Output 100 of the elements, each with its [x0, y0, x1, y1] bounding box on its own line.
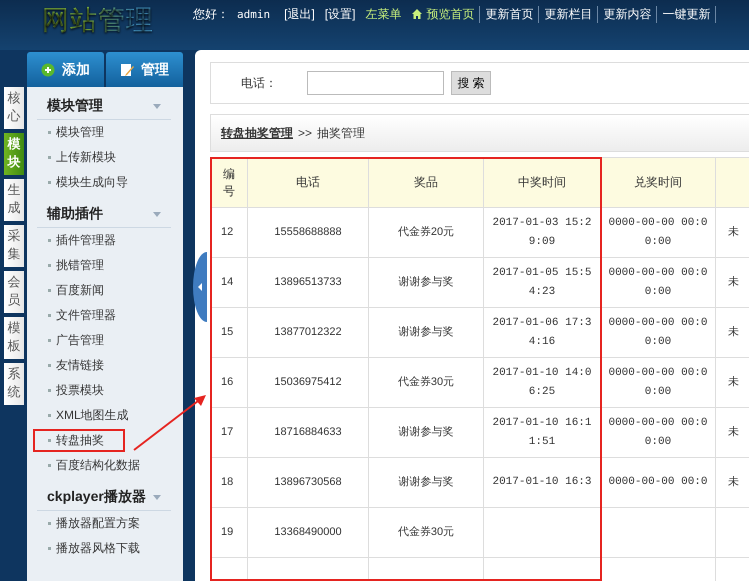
- user-name: admin: [237, 8, 270, 20]
- table-cell: 谢谢参与奖: [398, 326, 454, 338]
- home-icon: [411, 8, 424, 20]
- bullet-icon: [48, 522, 51, 525]
- bullet-icon: [48, 239, 51, 242]
- bullet-icon: [48, 289, 51, 292]
- sidebar-item[interactable]: 播放器配置方案: [37, 511, 140, 536]
- bullet-icon: [48, 131, 51, 134]
- table-cell: 12: [221, 226, 234, 238]
- add-button[interactable]: 添加: [27, 52, 104, 87]
- nav-link[interactable]: 更新栏目: [544, 6, 598, 22]
- table-cell: 未: [728, 376, 739, 388]
- sidebar-item[interactable]: 上传新模块: [37, 145, 116, 170]
- table-cell: 代金券20元: [398, 226, 454, 238]
- sidebar-item[interactable]: 百度新闻: [37, 278, 104, 303]
- sidebar-item[interactable]: 挑错管理: [37, 253, 104, 278]
- bullet-icon: [48, 314, 51, 317]
- collapse-handle[interactable]: [193, 252, 207, 322]
- breadcrumb-current: 抽奖管理: [317, 124, 366, 142]
- table-cell: 13368490000: [274, 526, 342, 538]
- table-cell: 谢谢参与奖: [398, 476, 454, 488]
- sidebar-item[interactable]: 友情链接: [37, 353, 104, 378]
- table-cell: 2017-01-10 14:06:25: [492, 366, 592, 398]
- table-cell: 16: [221, 376, 234, 388]
- sidebar-item[interactable]: 转盘抽奖: [34, 430, 124, 451]
- sidebar-item[interactable]: 模块管理: [37, 120, 104, 145]
- table-cell: 0000-00-00 00:00:00: [608, 216, 708, 248]
- table-cell: 15036975412: [274, 376, 342, 388]
- plus-icon: [41, 62, 55, 76]
- nav-link[interactable]: 预览首页: [411, 6, 480, 22]
- search-button[interactable]: 搜 索: [451, 71, 491, 95]
- bullet-icon: [48, 339, 51, 342]
- bullet-icon: [48, 547, 51, 550]
- nav-link[interactable]: [退出]: [284, 6, 315, 22]
- table-cell: 0000-00-00 00:00:00: [608, 316, 708, 348]
- column-header: 电话: [248, 158, 368, 208]
- section-title: 辅助插件: [47, 205, 103, 223]
- side-tab[interactable]: 模板: [4, 317, 24, 359]
- table-cell: 0000-00-00 00:00:00: [608, 366, 708, 398]
- table-cell: 0000-00-00 00:0: [608, 476, 708, 488]
- table-cell: 17: [221, 426, 234, 438]
- bullet-icon: [48, 181, 51, 184]
- table-cell: 19: [221, 526, 234, 538]
- caret-icon: [153, 104, 161, 108]
- table-cell: 代金券30元: [398, 526, 454, 538]
- table-cell: 2017-01-10 16:11:51: [492, 416, 592, 448]
- column-header: 编号: [210, 158, 248, 208]
- caret-icon: [153, 212, 161, 216]
- breadcrumb-link[interactable]: 转盘抽奖管理: [221, 124, 293, 142]
- bullet-icon: [48, 389, 51, 392]
- side-tab[interactable]: 会员: [4, 271, 24, 313]
- table-cell: 谢谢参与奖: [398, 426, 454, 438]
- table-cell: 未: [728, 426, 739, 438]
- manage-button[interactable]: 管理: [106, 52, 183, 87]
- nav-link[interactable]: [设置]: [324, 6, 356, 22]
- section-title: 模块管理: [47, 97, 103, 115]
- table-cell: 13896513733: [274, 276, 342, 288]
- sidebar-item[interactable]: 插件管理器: [37, 228, 116, 253]
- table-cell: 13877012322: [274, 326, 342, 338]
- field-label: 电话：: [241, 74, 278, 92]
- section-title: ckplayer播放器: [47, 488, 146, 506]
- sidebar-item[interactable]: 文件管理器: [37, 303, 116, 328]
- table-cell: 谢谢参与奖: [398, 276, 454, 288]
- bullet-icon: [48, 464, 51, 467]
- bullet-icon: [48, 439, 51, 442]
- sidebar-item[interactable]: 百度结构化数据: [37, 453, 140, 478]
- table-cell: 2017-01-05 15:54:23: [492, 266, 592, 298]
- table-cell: 2017-01-10 16:3: [492, 476, 592, 488]
- sidebar-item[interactable]: XML地图生成: [37, 403, 129, 428]
- bullet-icon: [48, 156, 51, 159]
- table-cell: 未: [728, 276, 739, 288]
- edit-icon: [120, 62, 134, 76]
- nav-link[interactable]: 更新首页: [485, 6, 540, 22]
- table-cell: 18: [221, 476, 234, 488]
- table-cell: 未: [728, 476, 739, 488]
- column-header: 中奖时间: [484, 158, 600, 208]
- side-tab[interactable]: 核心: [4, 87, 24, 129]
- section-header[interactable]: 辅助插件: [37, 201, 171, 228]
- table-cell: 2017-01-06 17:34:16: [492, 316, 592, 348]
- section-header[interactable]: 模块管理: [37, 93, 171, 120]
- sidebar-item[interactable]: 广告管理: [37, 328, 104, 353]
- bullet-icon: [48, 364, 51, 367]
- side-tab[interactable]: 生成: [4, 179, 24, 221]
- table-cell: 0000-00-00 00:00:00: [608, 266, 708, 298]
- table-cell: 15558688888: [274, 226, 342, 238]
- table-cell: 未: [728, 226, 739, 238]
- greeting-text: 您好：: [193, 6, 229, 22]
- column-header: 兑奖时间: [600, 158, 716, 208]
- nav-link[interactable]: 一键更新: [662, 6, 716, 22]
- sidebar-item[interactable]: 播放器风格下载: [37, 536, 140, 561]
- table-cell: 2017-01-03 15:29:09: [492, 216, 592, 248]
- nav-link[interactable]: 左菜单: [365, 6, 402, 22]
- side-tab[interactable]: 采集: [4, 225, 24, 267]
- sidebar-item[interactable]: 模块生成向导: [37, 170, 128, 195]
- search-field[interactable]: [307, 71, 444, 95]
- sidebar-item[interactable]: 投票模块: [37, 378, 104, 403]
- side-tab[interactable]: 系统: [4, 363, 24, 405]
- table-cell: 未: [728, 326, 739, 338]
- nav-link[interactable]: 更新内容: [603, 6, 658, 22]
- section-header[interactable]: ckplayer播放器: [37, 484, 171, 511]
